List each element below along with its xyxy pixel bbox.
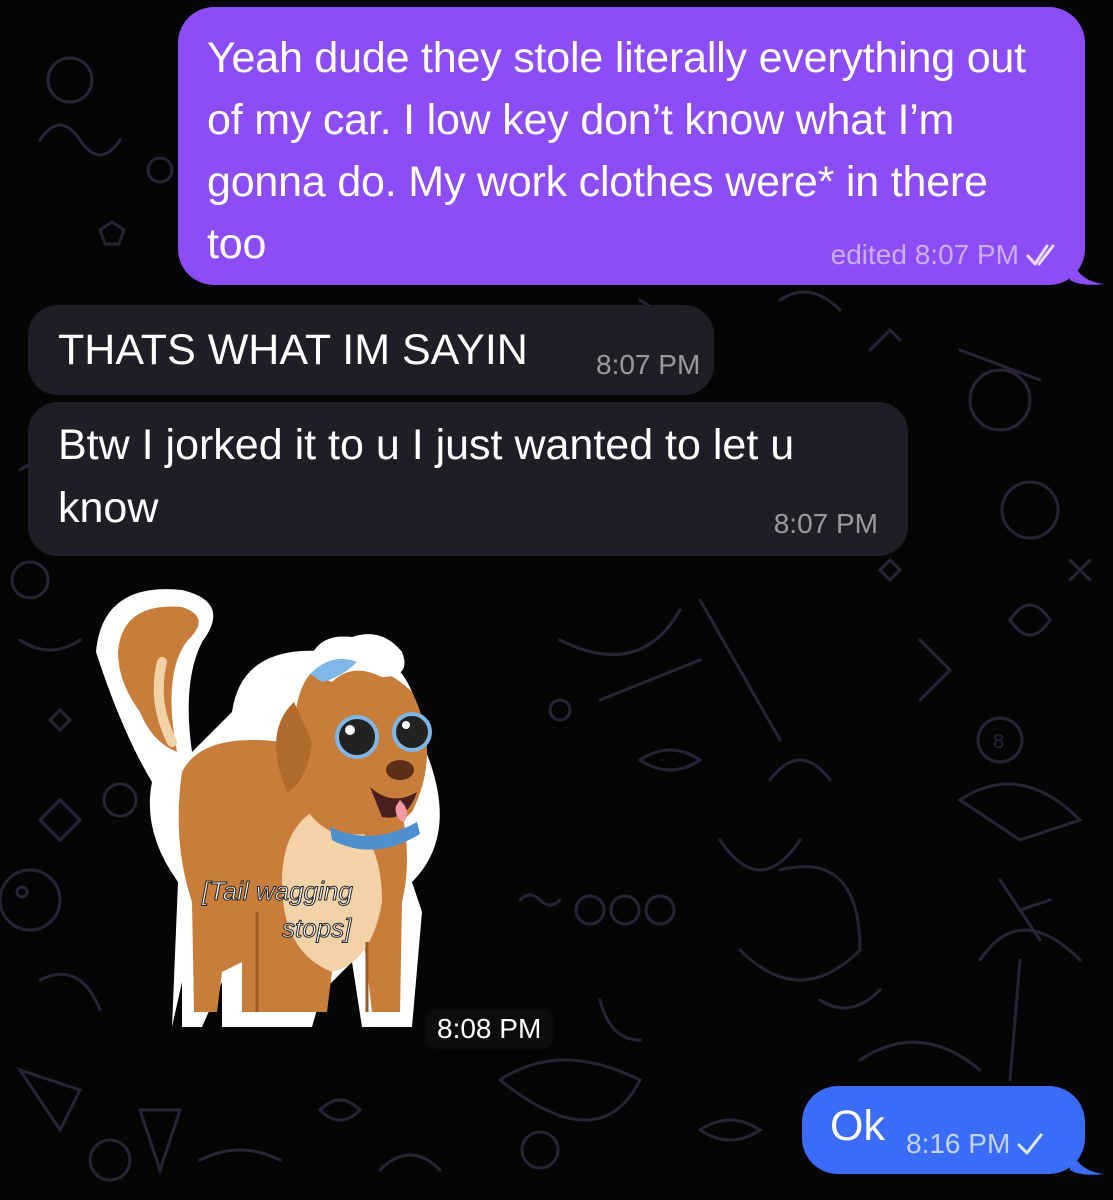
single-check-icon bbox=[1016, 1132, 1044, 1156]
outgoing-message[interactable]: Ok 8:16 PM bbox=[802, 1086, 1085, 1174]
message-text: Btw I jorked it to u I just wanted to le… bbox=[58, 421, 795, 532]
chat-view[interactable]: 8 Yeah dude they stole literally everyth… bbox=[0, 0, 1113, 1200]
message-timestamp: edited 8:07 PM bbox=[830, 239, 1019, 270]
outgoing-message[interactable]: Yeah dude they stole literally everythin… bbox=[178, 7, 1085, 285]
incoming-message[interactable]: Btw I jorked it to u I just wanted to le… bbox=[28, 402, 908, 556]
message-text: Ok bbox=[830, 1102, 885, 1150]
message-timestamp: 8:07 PM bbox=[596, 349, 701, 380]
sticker-caption-line1: [Tail wagging bbox=[201, 876, 353, 906]
message-text: THATS WHAT IM SAYIN bbox=[58, 326, 528, 374]
message-text: Yeah dude they stole literally everythin… bbox=[207, 34, 1026, 268]
sticker-timestamp: 8:08 PM bbox=[425, 1009, 554, 1049]
message-meta: edited 8:07 PM bbox=[831, 239, 1063, 271]
dog-sticker[interactable]: [Tail wagging stops] bbox=[82, 582, 480, 1042]
message-timestamp: 8:16 PM bbox=[906, 1128, 1011, 1159]
message-timestamp: 8:07 PM bbox=[773, 508, 878, 539]
message-meta: 8:16 PM bbox=[906, 1128, 1044, 1160]
double-check-icon bbox=[1025, 243, 1063, 267]
bubble-tail bbox=[1070, 250, 1104, 285]
bubble-tail bbox=[1070, 1142, 1104, 1175]
incoming-message[interactable]: THATS WHAT IM SAYIN 8:07 PM bbox=[28, 305, 714, 395]
svg-text:8: 8 bbox=[993, 731, 1004, 753]
sticker-caption-line2: stops] bbox=[282, 913, 352, 943]
